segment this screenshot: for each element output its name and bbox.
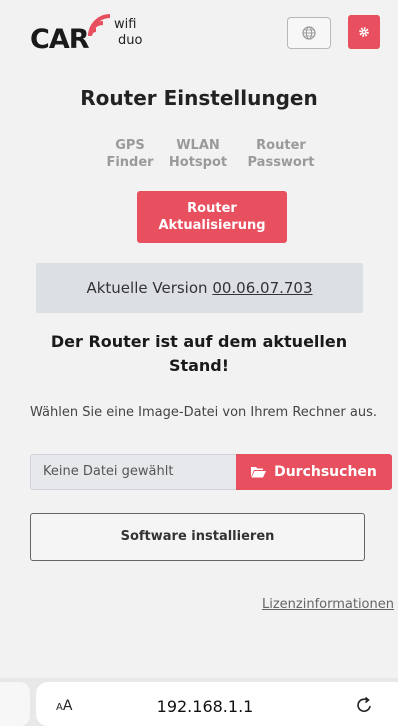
browse-button[interactable]: Durchsuchen xyxy=(236,454,392,490)
language-button[interactable] xyxy=(287,17,331,49)
router-update-button[interactable]: Router Aktualisierung xyxy=(137,191,287,243)
nav-gps-finder-line2: Finder xyxy=(106,155,154,170)
globe-icon xyxy=(302,26,316,40)
upload-hint: Wählen Sie eine Image-Datei von Ihrem Re… xyxy=(30,405,378,420)
url-text: 192.168.1.1 xyxy=(156,697,254,716)
nav-router-passwort-line2: Passwort xyxy=(247,155,315,170)
nav-wlan-hotspot-line2: Hotspot xyxy=(168,155,228,170)
browse-label: Durchsuchen xyxy=(274,464,377,480)
wifi-signal-icon xyxy=(88,14,111,37)
settings-nav: GPS Finder WLAN Hotspot Router Passwort xyxy=(0,137,398,177)
logo-duo-text: duo xyxy=(118,33,143,48)
nav-router-passwort-line1: Router xyxy=(256,138,306,153)
nav-gps-finder[interactable]: GPS Finder xyxy=(106,137,154,171)
status-line1: Der Router ist auf dem aktuellen xyxy=(50,332,348,351)
update-status-message: Der Router ist auf dem aktuellen Stand! xyxy=(40,330,358,378)
reload-icon[interactable] xyxy=(355,695,375,715)
logo-wifi-text: wifi xyxy=(114,17,137,32)
page-title: Router Einstellungen xyxy=(0,86,398,110)
nav-gps-finder-line1: GPS xyxy=(115,138,145,153)
logo-car-text: CAR xyxy=(30,24,90,55)
router-update-label-line2: Aktualisierung xyxy=(158,218,266,233)
install-software-button[interactable]: Software installieren xyxy=(30,513,365,561)
nav-wlan-hotspot[interactable]: WLAN Hotspot xyxy=(166,137,230,171)
settings-button[interactable] xyxy=(348,15,380,49)
car-wifi-duo-logo: CAR wifi duo xyxy=(30,14,170,58)
nav-wlan-hotspot-line1: WLAN xyxy=(176,138,220,153)
file-picker: Keine Datei gewählt Durchsuchen xyxy=(30,454,392,490)
license-info-link[interactable]: Lizenzinformationen xyxy=(262,597,394,612)
status-line2: Stand! xyxy=(168,356,230,375)
page-title-bold: Router xyxy=(80,86,157,110)
router-update-label-line1: Router xyxy=(187,201,237,216)
version-label: Aktuelle Version xyxy=(86,279,208,297)
page-title-rest: Einstellungen xyxy=(163,86,318,110)
gear-icon xyxy=(359,27,369,37)
folder-open-icon xyxy=(251,467,267,478)
file-name-field[interactable]: Keine Datei gewählt xyxy=(30,454,236,490)
nav-router-passwort[interactable]: Router Passwort xyxy=(240,137,322,171)
version-value: 00.06.07.703 xyxy=(212,279,313,297)
current-version-box: Aktuelle Version 00.06.07.703 xyxy=(36,263,363,313)
top-bar: CAR wifi duo xyxy=(0,0,398,76)
